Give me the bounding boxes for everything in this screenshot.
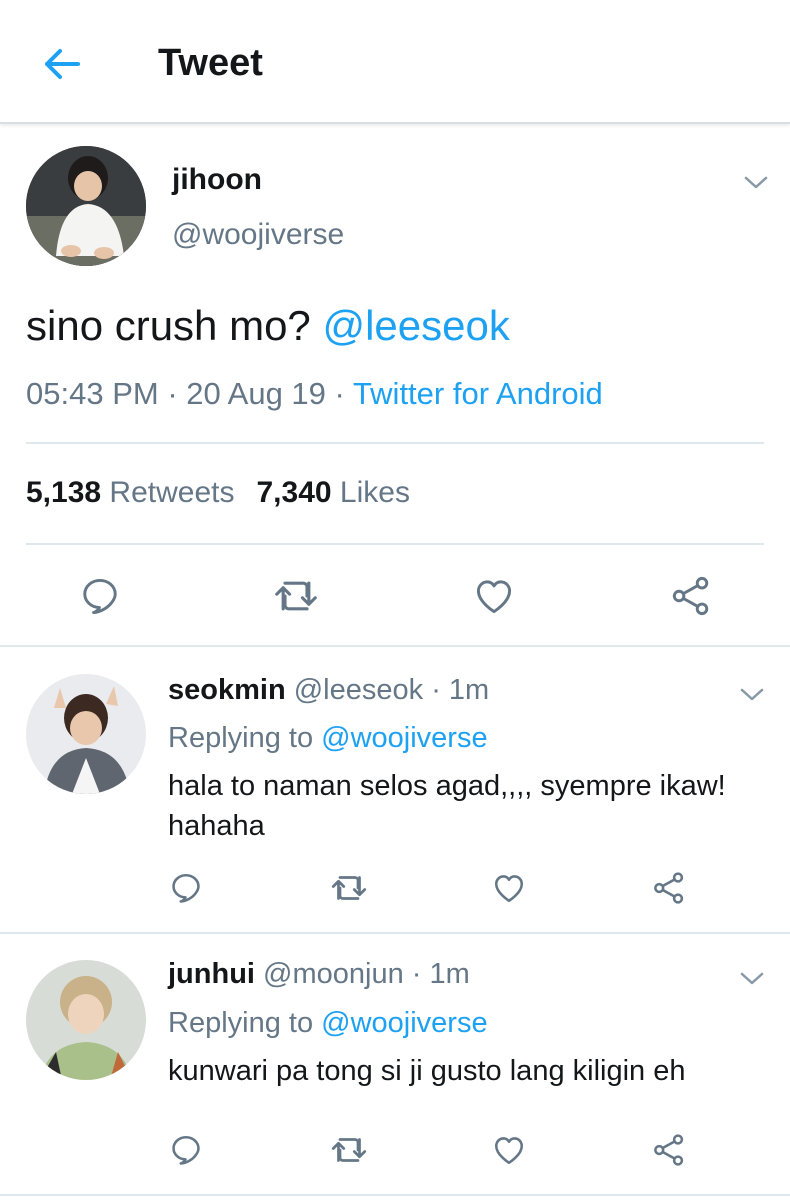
tweet-source-link[interactable]: Twitter for Android: [353, 376, 603, 411]
tweet-meta: 05:43 PM · 20 Aug 19 · Twitter for Andro…: [26, 376, 603, 412]
retweets-label: Retweets: [109, 476, 235, 509]
avatar[interactable]: [26, 960, 146, 1080]
reply-text: hala to naman selos agad,,,, syempre ika…: [168, 770, 726, 842]
like-heart-icon[interactable]: [490, 1132, 528, 1168]
like-heart-icon[interactable]: [471, 574, 517, 618]
replying-label: Replying to: [168, 1007, 314, 1039]
likes-label: Likes: [339, 476, 410, 509]
chevron-down-icon[interactable]: [738, 968, 766, 988]
reply-icon[interactable]: [78, 574, 122, 618]
share-icon[interactable]: [651, 1132, 687, 1168]
avatar[interactable]: [26, 674, 146, 794]
reply-text: kunwari pa tong si ji gusto lang kiligin…: [168, 1055, 686, 1087]
tweet-text: sino crush mo? @leeseok: [26, 302, 510, 350]
meta-separator: ·: [334, 376, 345, 411]
top-bar: Tweet: [0, 0, 790, 124]
replying-to-link[interactable]: @woojiverse: [321, 1007, 487, 1039]
back-arrow-icon[interactable]: [38, 40, 86, 88]
like-heart-icon[interactable]: [490, 870, 528, 906]
share-icon[interactable]: [669, 574, 713, 618]
replying-label: Replying to: [168, 722, 314, 754]
reply-author-handle[interactable]: @moonjun: [263, 958, 404, 990]
tweet-date: 20 Aug 19: [186, 376, 326, 411]
author-handle[interactable]: @woojiverse: [172, 218, 344, 252]
likes-count: 7,340: [256, 476, 332, 509]
tweet-mention-link[interactable]: @leeseok: [322, 302, 509, 349]
page-title: Tweet: [158, 42, 263, 84]
retweet-icon[interactable]: [272, 574, 320, 618]
likes-stat[interactable]: 7,340 Likes: [256, 476, 409, 509]
share-icon[interactable]: [651, 870, 687, 906]
divider: [26, 442, 764, 444]
reply-author-name[interactable]: seokmin: [168, 674, 286, 706]
replying-to-link[interactable]: @woojiverse: [321, 722, 487, 754]
tweet-body: sino crush mo?: [26, 302, 311, 349]
reply-icon[interactable]: [168, 870, 204, 906]
divider: [0, 645, 790, 647]
retweets-count: 5,138: [26, 476, 102, 509]
divider: [0, 1194, 790, 1196]
author-name[interactable]: jihoon: [172, 163, 262, 197]
divider: [0, 932, 790, 934]
reply-icon[interactable]: [168, 1132, 204, 1168]
replying-to: Replying to @woojiverse: [168, 722, 488, 755]
chevron-down-icon[interactable]: [738, 684, 766, 704]
reply-header: seokmin @leeseok · 1m: [168, 674, 489, 707]
reply-author-name[interactable]: junhui: [168, 958, 255, 990]
reply-header: junhui @moonjun · 1m: [168, 958, 470, 991]
tweet-time: 05:43 PM: [26, 376, 159, 411]
meta-separator: ·: [167, 376, 178, 411]
replying-to: Replying to @woojiverse: [168, 1007, 488, 1040]
avatar[interactable]: [26, 146, 146, 266]
reply-author-handle[interactable]: @leeseok: [294, 674, 423, 706]
chevron-down-icon[interactable]: [742, 172, 770, 192]
tweet-stats: 5,138 Retweets 7,340 Likes: [26, 476, 410, 510]
reply-time: · 1m: [411, 958, 470, 990]
divider: [26, 543, 764, 545]
retweet-icon[interactable]: [329, 870, 369, 906]
retweets-stat[interactable]: 5,138 Retweets: [26, 476, 234, 509]
retweet-icon[interactable]: [329, 1132, 369, 1168]
reply-time: · 1m: [431, 674, 490, 706]
